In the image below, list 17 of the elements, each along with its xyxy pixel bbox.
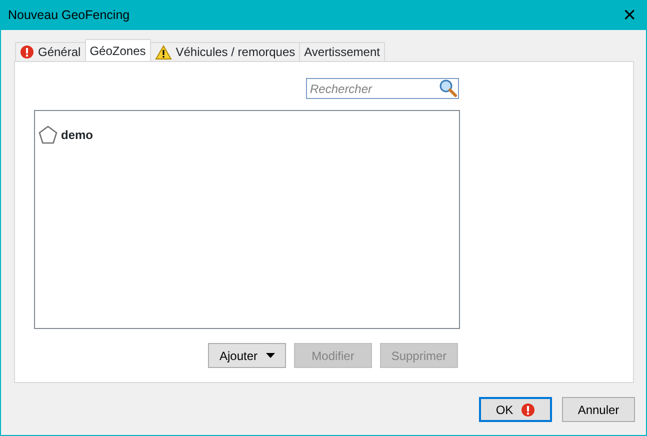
search-icon[interactable] <box>439 79 457 97</box>
error-icon <box>521 402 536 416</box>
pentagon-icon <box>38 125 58 145</box>
dropdown-button[interactable]: Ajouter <box>208 343 286 368</box>
zone-name[interactable]: demo <box>61 126 94 144</box>
window-title: Nouveau GeoFencing <box>8 6 130 24</box>
dialog-button[interactable]: Annuler <box>562 397 635 422</box>
tab[interactable]: Général <box>15 42 86 61</box>
dialog-button[interactable]: OK <box>479 397 552 422</box>
close-button[interactable]: × <box>619 4 640 26</box>
error-icon <box>20 45 34 59</box>
tab[interactable]: Véhicules / remorques <box>150 42 300 61</box>
caret-icon <box>266 353 275 358</box>
search-field[interactable]: Rechercher <box>306 78 459 99</box>
warning-icon <box>154 44 172 60</box>
tab[interactable]: GéoZones <box>84 39 151 61</box>
tab[interactable]: Avertissement <box>299 42 385 61</box>
